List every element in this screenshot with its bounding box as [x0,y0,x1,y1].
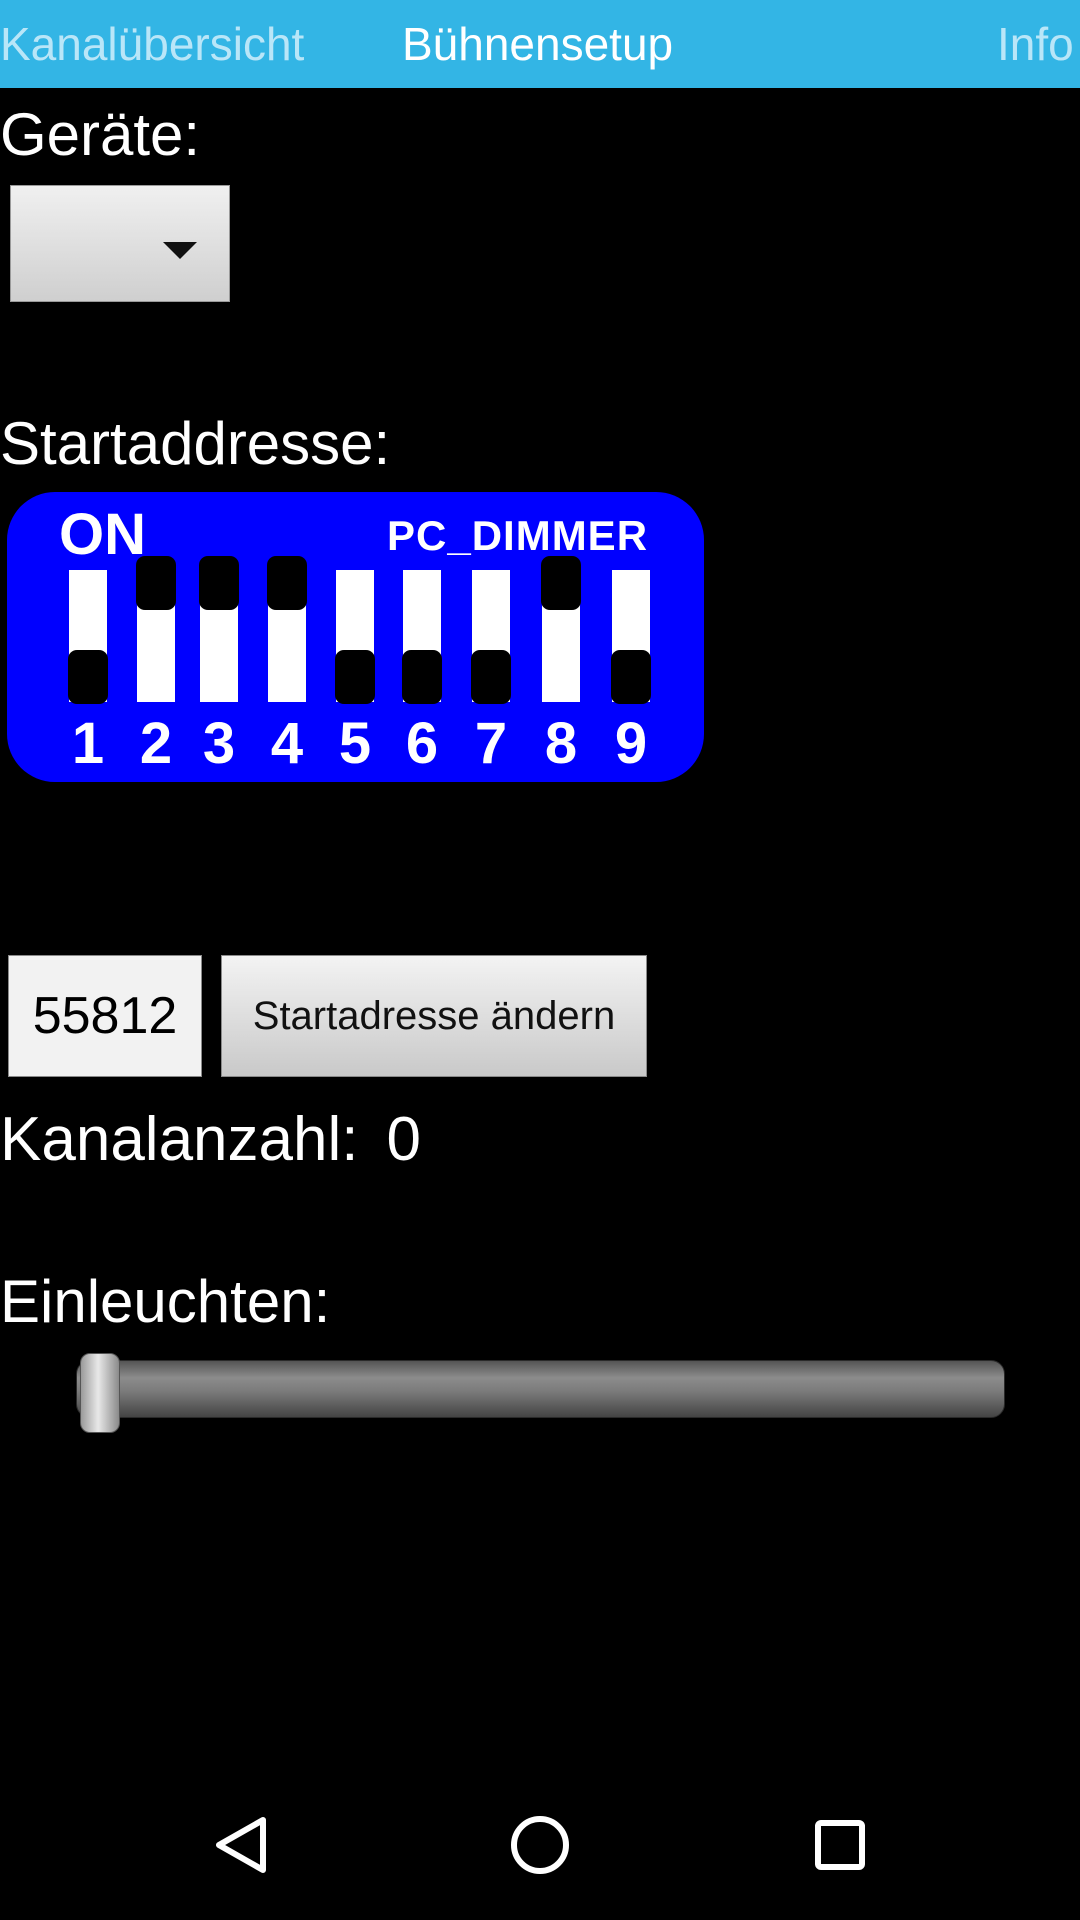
tab-kanaluebersicht[interactable]: Kanalübersicht [0,0,304,88]
dip-switch-8[interactable] [541,556,581,702]
dip-switch-knob [335,650,375,704]
einleuchten-slider-thumb[interactable] [80,1353,120,1433]
dip-switch-number: 6 [405,711,439,776]
dip-switch-knob [68,650,108,704]
einleuchten-label: Einleuchten: [0,1268,331,1335]
startaddresse-label: Startaddresse: [0,410,391,477]
dip-brand-label: PC_DIMMER [387,512,649,559]
start-address-input[interactable]: 55812 [8,955,202,1077]
dip-switch-number: 1 [71,711,105,776]
dip-switch-1[interactable] [68,570,108,704]
system-nav-bar [0,1770,1080,1920]
recent-apps-square-icon[interactable] [795,1800,885,1890]
dip-switch-knob [136,556,176,610]
dip-switch-number: 5 [338,711,372,776]
dip-switch-6[interactable] [402,570,442,704]
home-circle-icon[interactable] [495,1800,585,1890]
dip-switch-number: 4 [270,711,304,776]
dip-switch-4[interactable] [267,556,307,702]
kanalanzahl-row: Kanalanzahl: 0 [0,1108,421,1172]
dip-switch-knob [541,556,581,610]
geraete-label: Geräte: [0,101,201,168]
kanalanzahl-label: Kanalanzahl: [0,1105,359,1174]
dip-switch-number: 9 [614,711,648,776]
tab-buehnensetup[interactable]: Bühnensetup [402,0,673,88]
back-triangle-icon[interactable] [195,1800,285,1890]
einleuchten-slider-track[interactable] [76,1360,1005,1418]
dip-switch-9[interactable] [611,570,651,704]
dip-switch-knob [611,650,651,704]
device-spinner[interactable] [10,185,230,302]
dip-switch-knob [471,650,511,704]
kanalanzahl-value: 0 [386,1105,421,1174]
dip-switch-knob [402,650,442,704]
dip-switch-7[interactable] [471,570,511,704]
dip-on-label: ON [59,502,146,567]
tab-info[interactable]: Info [997,0,1074,88]
dip-switch-number: 3 [202,711,236,776]
tab-bar: Kanalübersicht Bühnensetup Info [0,0,1080,88]
change-start-address-button[interactable]: Startadresse ändern [221,955,647,1077]
dip-switch-5[interactable] [335,570,375,704]
dip-switch-number: 7 [474,711,508,776]
chevron-down-icon [163,242,197,259]
dip-switch-3[interactable] [199,556,239,702]
dip-switch-panel[interactable]: ON PC_DIMMER 123456789 [7,492,704,782]
dip-switch-number: 2 [139,711,173,776]
dip-switch-2[interactable] [136,556,176,702]
dip-switch-number: 8 [544,711,578,776]
dip-switch-knob [199,556,239,610]
dip-switch-knob [267,556,307,610]
